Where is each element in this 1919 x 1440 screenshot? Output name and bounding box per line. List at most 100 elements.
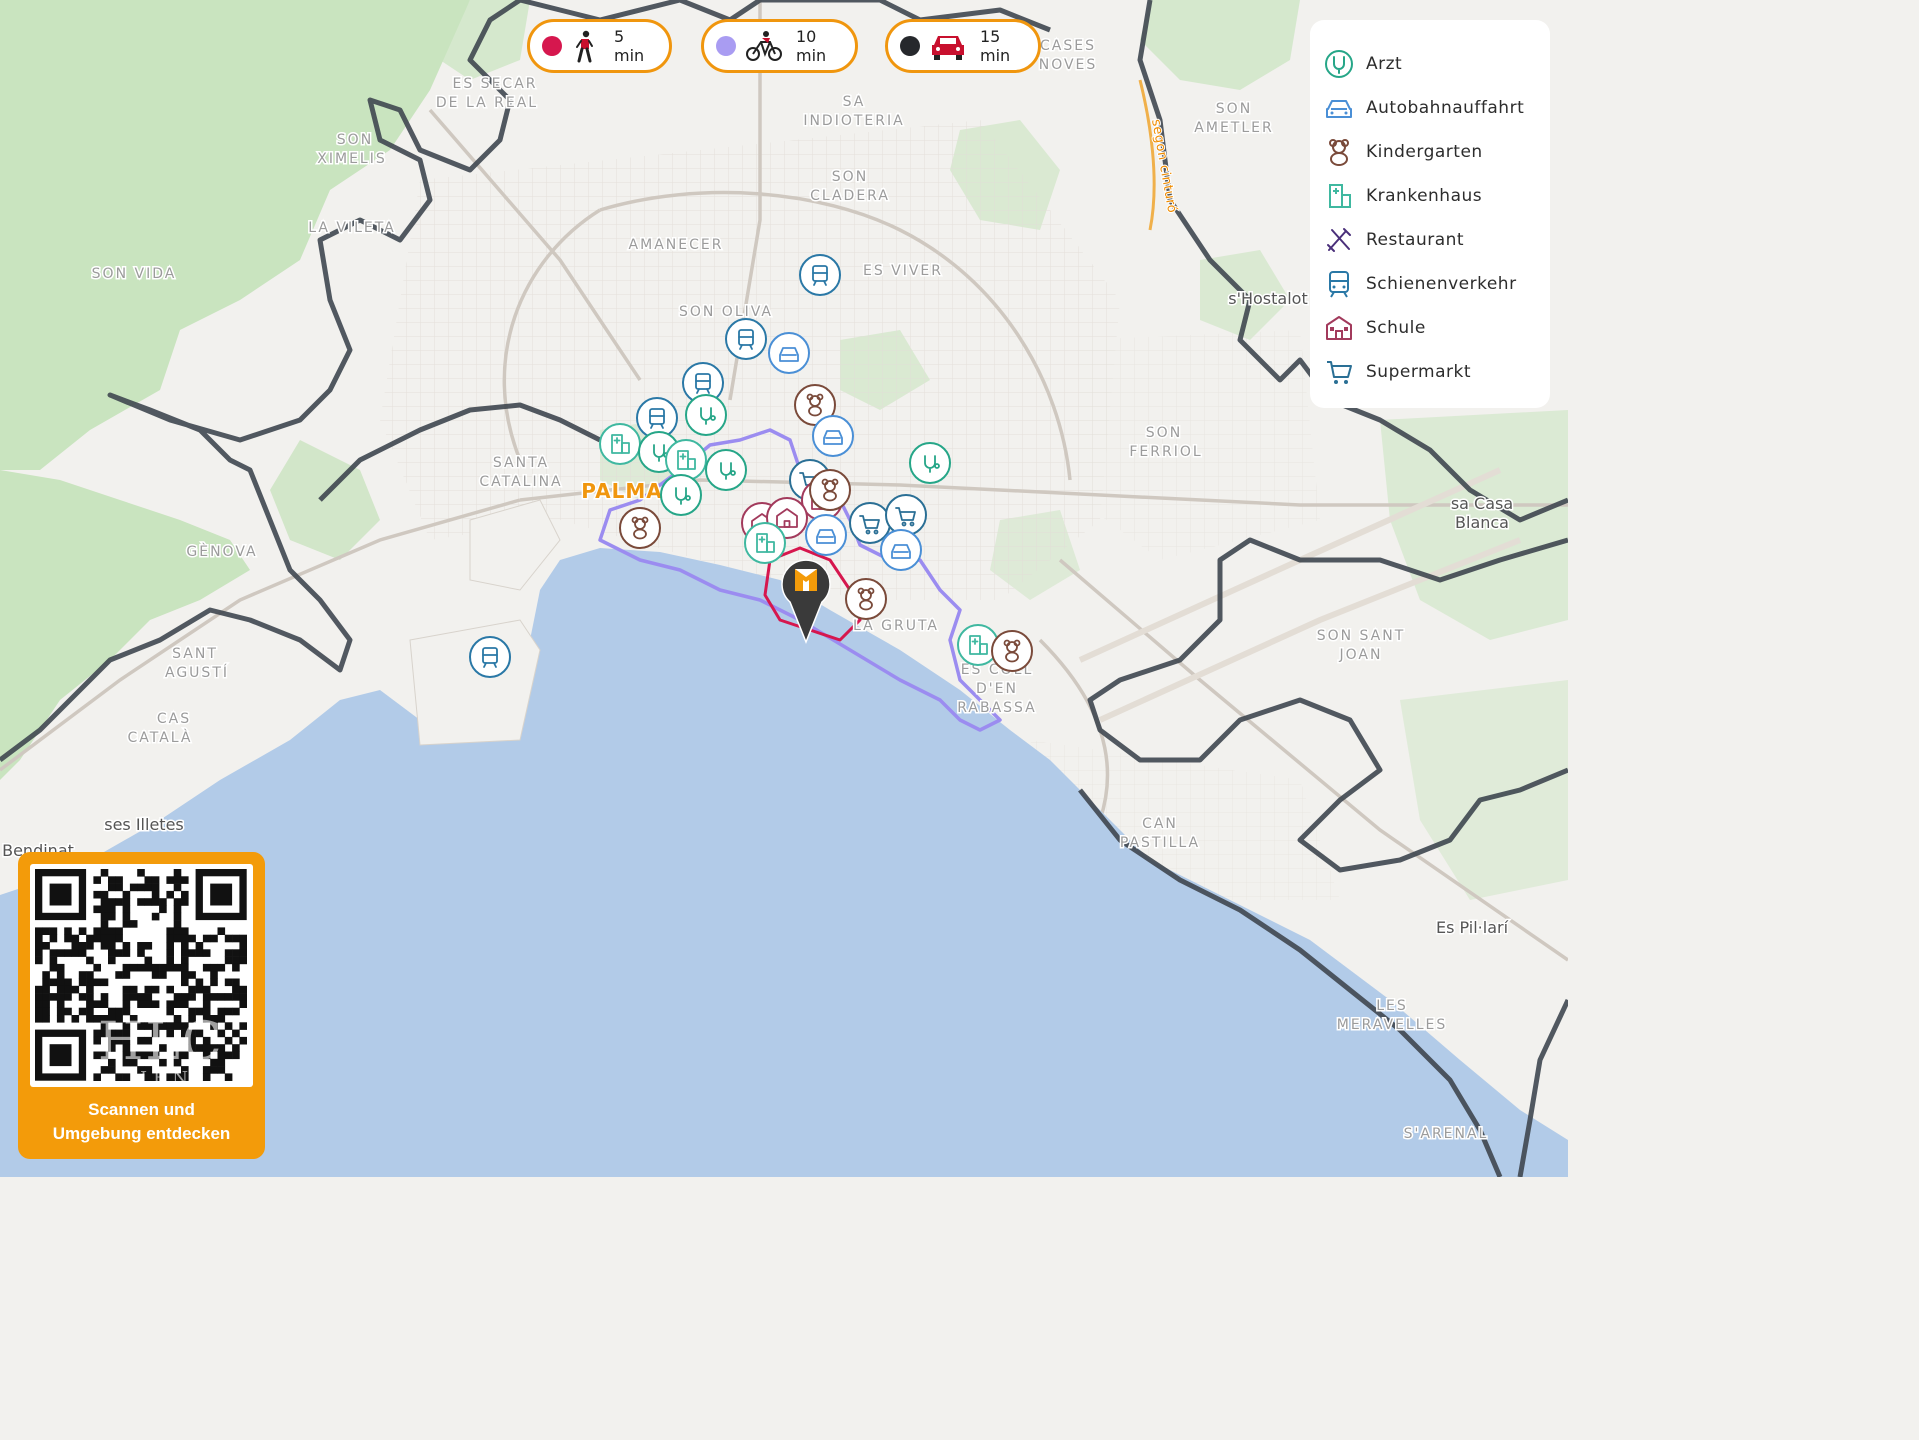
qr-module (56, 1015, 65, 1023)
poi-marker-krankenhaus[interactable] (599, 423, 641, 465)
qr-card[interactable]: Scannen und Umgebung entdecken (18, 852, 265, 1159)
qr-module (86, 993, 94, 1001)
place-label: Blanca (1455, 513, 1509, 532)
qr-module (239, 1000, 247, 1008)
qr-module (115, 934, 123, 943)
qr-finder (210, 883, 233, 906)
poi-marker-autobahnauffahrt[interactable] (805, 514, 847, 556)
qr-module (108, 898, 116, 906)
legend-label: Schule (1366, 318, 1426, 338)
poi-marker-circle (660, 474, 702, 516)
poi-marker-autobahnauffahrt[interactable] (768, 332, 810, 374)
qr-module (56, 971, 65, 979)
legend-item-autobahnauffahrt[interactable]: Autobahnauffahrt (1324, 86, 1550, 130)
hospital-icon (1329, 184, 1351, 208)
poi-marker-circle (805, 514, 847, 556)
qr-module (78, 942, 87, 950)
qr-module (49, 978, 58, 987)
qr-module (181, 1000, 189, 1008)
qr-module (42, 1007, 50, 1016)
qr-module (42, 993, 50, 1001)
poi-marker-circle (705, 449, 747, 491)
qr-module (78, 949, 87, 957)
qr-module (93, 934, 101, 943)
qr-module (181, 963, 189, 972)
place-label: ES SECAR (453, 76, 538, 92)
place-label: DE LA REAL (436, 95, 538, 111)
qr-module (64, 934, 72, 943)
qr-module (49, 963, 58, 972)
qr-module (100, 942, 109, 950)
car-color-dot (900, 36, 920, 56)
qr-module (144, 963, 153, 972)
qr-module (108, 942, 116, 950)
poi-marker-autobahnauffahrt[interactable] (812, 415, 854, 457)
qr-module (108, 876, 116, 884)
school-icon (1326, 316, 1352, 340)
poi-marker-arzt[interactable] (705, 449, 747, 491)
poi-marker-arzt[interactable] (660, 474, 702, 516)
qr-module (181, 876, 189, 884)
qr-module (42, 927, 50, 935)
qr-module (202, 1073, 211, 1081)
poi-marker-circle (768, 332, 810, 374)
legend-item-kindergarten[interactable]: Kindergarten (1324, 130, 1550, 174)
mode-bike-pill[interactable]: 10 min (701, 19, 858, 73)
legend-item-schienenverkehr[interactable]: Schienenverkehr (1324, 262, 1550, 306)
qr-module (86, 1007, 94, 1016)
qr-module (42, 942, 50, 950)
place-label: sa Casa (1451, 494, 1513, 513)
poi-marker-kindergarten[interactable] (991, 630, 1033, 672)
place-label: XIMELIS (317, 151, 386, 167)
poi-marker-schienenverkehr[interactable] (725, 318, 767, 360)
legend-item-supermarkt[interactable]: Supermarkt (1324, 350, 1550, 394)
qr-module (232, 978, 240, 987)
poi-marker-supermarkt[interactable] (849, 502, 891, 544)
qr-module (100, 927, 109, 935)
qr-module (35, 956, 43, 965)
place-label: D'EN (976, 681, 1018, 697)
poi-marker-autobahnauffahrt[interactable] (880, 529, 922, 571)
poi-marker-circle (880, 529, 922, 571)
qr-module (173, 1000, 182, 1008)
legend-item-krankenhaus[interactable]: Krankenhaus (1324, 174, 1550, 218)
qr-module (166, 963, 174, 972)
qr-module (100, 934, 109, 943)
poi-marker-kindergarten[interactable] (845, 578, 887, 620)
qr-module (202, 934, 211, 943)
qr-module (129, 963, 138, 972)
qr-module (137, 1000, 145, 1008)
qr-module (115, 971, 123, 979)
poi-marker-supermarkt[interactable] (885, 494, 927, 536)
qr-module (166, 985, 174, 994)
poi-marker-kindergarten[interactable] (619, 507, 661, 549)
poi-marker-schienenverkehr[interactable] (799, 254, 841, 296)
qr-module (137, 869, 145, 877)
mode-walk-pill[interactable]: 5 min (527, 19, 672, 73)
legend-item-arzt[interactable]: Arzt (1324, 42, 1550, 86)
poi-marker-circle (725, 318, 767, 360)
place-label: FERRIOL (1129, 444, 1202, 460)
qr-module (144, 956, 153, 965)
poi-marker-krankenhaus[interactable] (744, 522, 786, 564)
poi-marker-krankenhaus[interactable] (665, 439, 707, 481)
legend-item-restaurant[interactable]: Restaurant (1324, 218, 1550, 262)
qr-module (159, 905, 167, 914)
poi-marker-arzt[interactable] (685, 394, 727, 436)
qr-module (224, 1051, 233, 1060)
poi-marker-arzt[interactable] (909, 442, 951, 484)
qr-module (173, 912, 182, 921)
qr-module (42, 971, 50, 979)
qr-module (78, 1007, 87, 1016)
qr-module (56, 1000, 65, 1008)
poi-marker-schienenverkehr[interactable] (469, 636, 511, 678)
qr-module (35, 934, 43, 943)
mode-car-pill[interactable]: 15 min (885, 19, 1041, 73)
qr-module (210, 934, 218, 943)
qr-module (64, 985, 72, 994)
qr-finder (49, 1044, 72, 1067)
qr-module (217, 993, 226, 1001)
poi-marker-kindergarten[interactable] (809, 469, 851, 511)
qr-module (166, 956, 174, 965)
legend-item-schule[interactable]: Schule (1324, 306, 1550, 350)
